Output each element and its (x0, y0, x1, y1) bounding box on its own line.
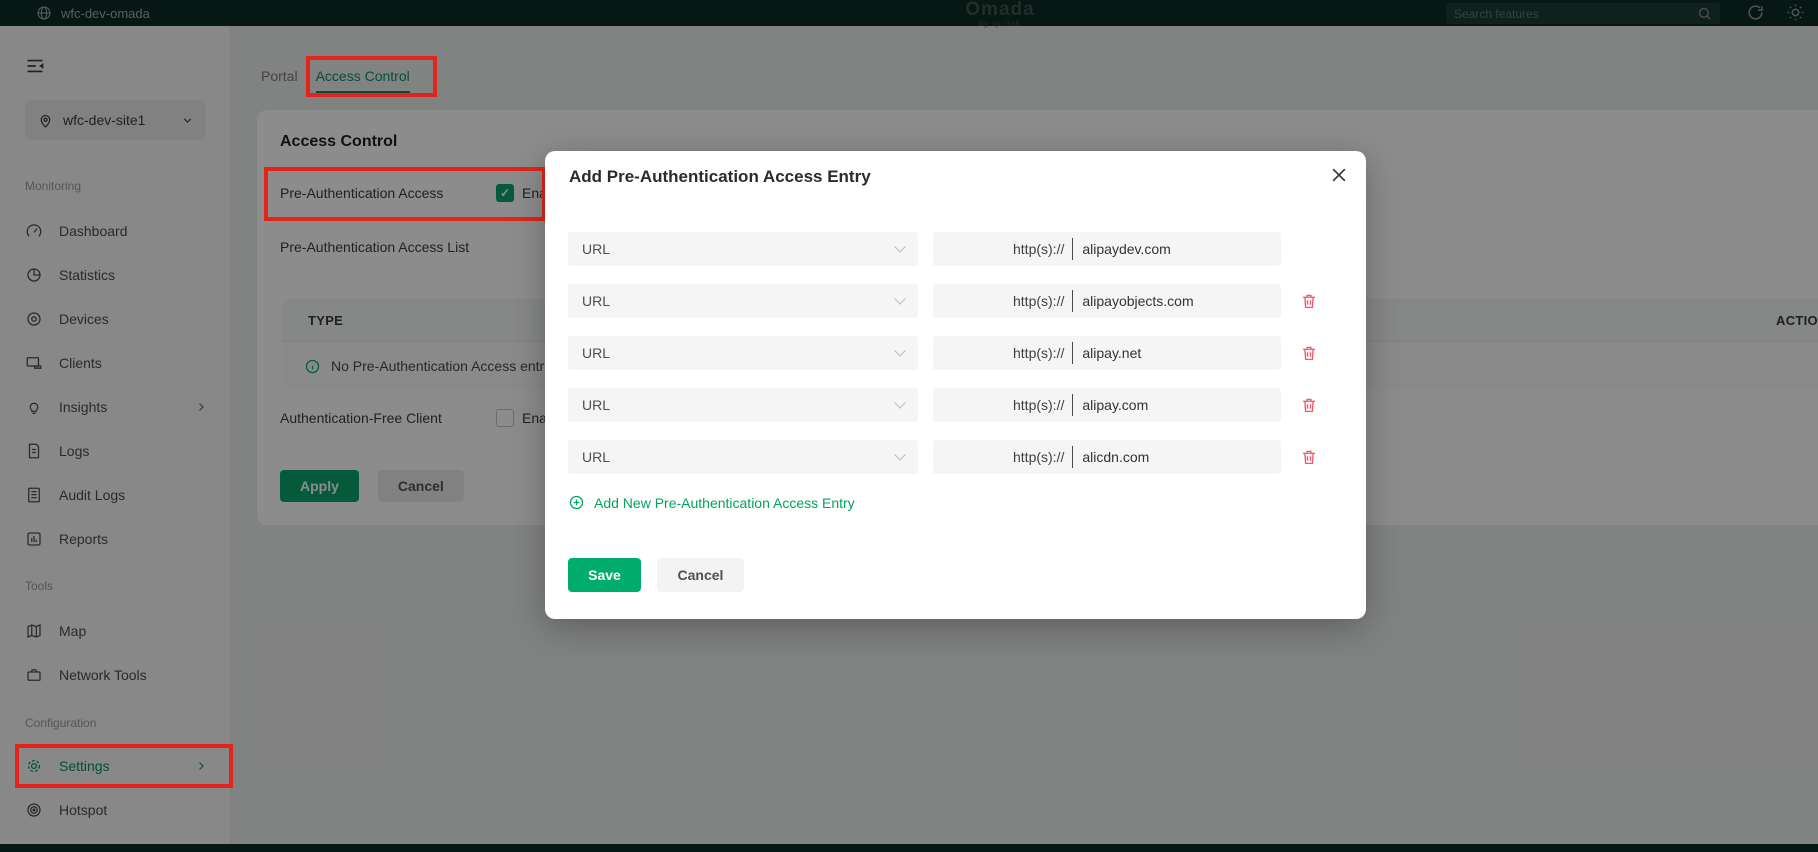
entry-row: URL http(s):// (568, 232, 1281, 266)
input-divider (1072, 394, 1074, 416)
dialog-title: Add Pre-Authentication Access Entry (569, 167, 871, 186)
entry-type-value: URL (582, 449, 611, 465)
url-prefix: http(s):// (1013, 293, 1065, 309)
url-input[interactable] (1082, 345, 1269, 361)
delete-entry-icon[interactable] (1300, 292, 1318, 310)
delete-entry-icon[interactable] (1300, 344, 1318, 362)
close-icon[interactable] (1329, 165, 1351, 187)
url-prefix: http(s):// (1013, 397, 1065, 413)
chevron-down-icon (894, 241, 906, 253)
delete-entry-icon[interactable] (1300, 396, 1318, 414)
entry-row: URL http(s):// (568, 284, 1318, 318)
entry-row: URL http(s):// (568, 440, 1318, 474)
input-divider (1072, 446, 1074, 468)
url-inputbox[interactable]: http(s):// (933, 284, 1281, 318)
url-inputbox[interactable]: http(s):// (933, 440, 1281, 474)
omada-controller-screen: wfc-dev-omada Omada by tp-link wfc-dev (0, 0, 1818, 852)
dialog-actions: Save Cancel (568, 558, 744, 592)
chevron-down-icon (894, 345, 906, 357)
entry-row: URL http(s):// (568, 336, 1318, 370)
save-button[interactable]: Save (568, 558, 641, 592)
url-input[interactable] (1082, 241, 1269, 257)
url-prefix: http(s):// (1013, 241, 1065, 257)
url-inputbox[interactable]: http(s):// (933, 232, 1281, 266)
add-pre-auth-entry-dialog: Add Pre-Authentication Access Entry URL … (545, 151, 1366, 619)
url-input[interactable] (1082, 293, 1269, 309)
entry-type-select[interactable]: URL (568, 336, 918, 370)
entry-type-value: URL (582, 241, 611, 257)
add-new-entry-label: Add New Pre-Authentication Access Entry (594, 494, 855, 511)
entry-type-value: URL (582, 345, 611, 361)
add-new-entry-link[interactable]: Add New Pre-Authentication Access Entry (568, 494, 855, 511)
entry-type-value: URL (582, 293, 611, 309)
url-input[interactable] (1082, 397, 1269, 413)
chevron-down-icon (894, 397, 906, 409)
input-divider (1072, 238, 1074, 260)
url-input[interactable] (1082, 449, 1269, 465)
url-prefix: http(s):// (1013, 449, 1065, 465)
url-inputbox[interactable]: http(s):// (933, 336, 1281, 370)
entry-row: URL http(s):// (568, 388, 1318, 422)
entry-type-select[interactable]: URL (568, 388, 918, 422)
entry-type-select[interactable]: URL (568, 232, 918, 266)
plus-circle-icon (568, 494, 585, 511)
delete-entry-icon[interactable] (1300, 448, 1318, 466)
chevron-down-icon (894, 293, 906, 305)
dialog-cancel-button[interactable]: Cancel (657, 558, 744, 592)
input-divider (1072, 290, 1074, 312)
entry-type-select[interactable]: URL (568, 284, 918, 318)
entry-type-value: URL (582, 397, 611, 413)
input-divider (1072, 342, 1074, 364)
chevron-down-icon (894, 449, 906, 461)
url-prefix: http(s):// (1013, 345, 1065, 361)
entry-type-select[interactable]: URL (568, 440, 918, 474)
url-inputbox[interactable]: http(s):// (933, 388, 1281, 422)
